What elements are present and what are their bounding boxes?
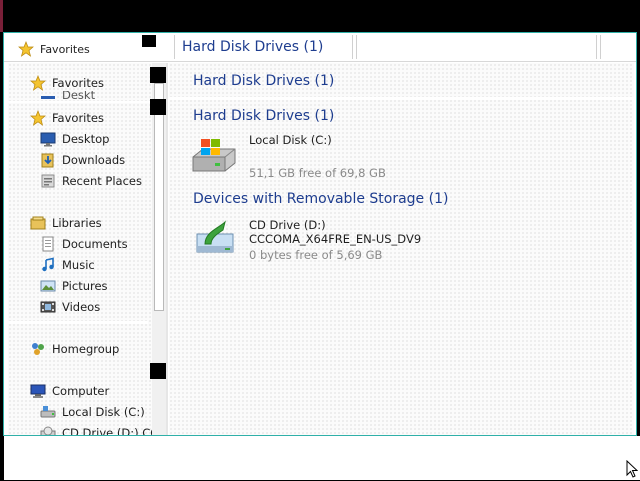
nav-libraries-label: Libraries bbox=[52, 216, 102, 230]
local-disk-free-space: 51,1 GB free of 69,8 GB bbox=[249, 166, 386, 180]
drive-local-disk[interactable]: Local Disk (C:) 51,1 GB free of 69,8 GB bbox=[189, 133, 386, 180]
navigation-pane[interactable]: Favorites Deskt Favorites Desktop Downlo… bbox=[8, 63, 156, 435]
mouse-cursor-icon bbox=[626, 459, 639, 481]
nav-pictures-label: Pictures bbox=[62, 279, 108, 293]
cd-drive-icon bbox=[195, 218, 235, 256]
local-disk-icon bbox=[40, 404, 56, 420]
nav-favorites-ghost[interactable]: Favorites bbox=[30, 75, 104, 91]
group-title-removable-storage[interactable]: Devices with Removable Storage (1) bbox=[193, 191, 448, 207]
content-pane[interactable]: Hard Disk Drives (1) Hard Disk Drives (1… bbox=[169, 63, 634, 435]
nav-videos[interactable]: Videos bbox=[40, 299, 100, 315]
nav-desktop-label: Desktop bbox=[62, 132, 110, 146]
explorer-window: Favorites Hard Disk Drives (1) Favorites… bbox=[3, 32, 637, 436]
nav-desktop-ghost-label: Deskt bbox=[62, 91, 96, 99]
homegroup-icon bbox=[30, 341, 46, 357]
pane-splitter[interactable] bbox=[166, 63, 168, 435]
nav-documents-label: Documents bbox=[62, 237, 128, 251]
desktop-strip bbox=[0, 436, 640, 480]
documents-icon bbox=[40, 236, 56, 252]
desktop-icon bbox=[40, 131, 56, 147]
nav-computer[interactable]: Computer bbox=[30, 383, 109, 399]
header-title: Hard Disk Drives (1) bbox=[182, 39, 324, 55]
videos-icon bbox=[40, 299, 56, 315]
row-divider bbox=[169, 97, 634, 100]
nav-desktop-ghost: Deskt bbox=[40, 91, 95, 99]
nav-favorites[interactable]: Favorites bbox=[30, 110, 104, 126]
star-icon bbox=[18, 41, 34, 57]
separator bbox=[596, 35, 597, 59]
header-favorites-label: Favorites bbox=[40, 42, 90, 56]
header-favorites[interactable]: Favorites bbox=[18, 41, 90, 57]
star-icon bbox=[30, 75, 46, 91]
glitch-block bbox=[142, 35, 156, 47]
row-divider bbox=[8, 321, 148, 324]
nav-cd-drive[interactable]: CD Drive (D:) CC bbox=[40, 425, 156, 435]
separator bbox=[174, 35, 175, 59]
recent-places-icon bbox=[40, 173, 56, 189]
nav-local-disk[interactable]: Local Disk (C:) bbox=[40, 404, 145, 420]
cd-drive-icon bbox=[40, 425, 56, 435]
nav-recent-places-label: Recent Places bbox=[62, 174, 142, 188]
desktop-icon bbox=[40, 91, 56, 99]
cd-drive-name: CD Drive (D:) bbox=[249, 218, 326, 232]
group-title-hard-disk-drives[interactable]: Hard Disk Drives (1) bbox=[193, 108, 334, 124]
drive-cd[interactable]: CD Drive (D:) CCCOMA_X64FRE_EN-US_DV9 0 … bbox=[195, 218, 421, 262]
star-icon bbox=[30, 110, 46, 126]
libraries-icon bbox=[30, 215, 46, 231]
nav-cd-drive-label: CD Drive (D:) CC bbox=[62, 426, 156, 435]
nav-favorites-label: Favorites bbox=[52, 111, 104, 125]
nav-computer-label: Computer bbox=[52, 384, 110, 398]
nav-documents[interactable]: Documents bbox=[40, 236, 128, 252]
nav-downloads-label: Downloads bbox=[62, 153, 126, 167]
left-pane-scrollbar[interactable] bbox=[152, 63, 166, 435]
title-bar-edge bbox=[0, 0, 3, 32]
nav-videos-label: Videos bbox=[62, 300, 101, 314]
nav-recent-places[interactable]: Recent Places bbox=[40, 173, 142, 189]
nav-downloads[interactable]: Downloads bbox=[40, 152, 125, 168]
hard-disk-icon bbox=[189, 133, 239, 173]
ghost-header: Favorites Hard Disk Drives (1) bbox=[4, 33, 636, 62]
nav-local-disk-label: Local Disk (C:) bbox=[62, 405, 145, 419]
nav-pictures[interactable]: Pictures bbox=[40, 278, 108, 294]
nav-homegroup[interactable]: Homegroup bbox=[30, 341, 119, 357]
title-bar[interactable] bbox=[0, 0, 640, 32]
separator bbox=[600, 35, 601, 59]
cd-drive-free-space: 0 bytes free of 5,69 GB bbox=[249, 248, 383, 262]
separator bbox=[352, 35, 353, 59]
nav-homegroup-label: Homegroup bbox=[52, 342, 120, 356]
group-title-ghost[interactable]: Hard Disk Drives (1) bbox=[193, 73, 334, 89]
downloads-icon bbox=[40, 152, 56, 168]
nav-favorites-ghost-label: Favorites bbox=[52, 76, 104, 90]
nav-music-label: Music bbox=[62, 258, 95, 272]
computer-icon bbox=[30, 383, 46, 399]
nav-libraries[interactable]: Libraries bbox=[30, 215, 102, 231]
row-divider bbox=[8, 101, 156, 103]
local-disk-name: Local Disk (C:) bbox=[249, 133, 332, 147]
music-icon bbox=[40, 257, 56, 273]
nav-desktop[interactable]: Desktop bbox=[40, 131, 109, 147]
desktop-edge bbox=[0, 436, 4, 480]
separator bbox=[356, 35, 357, 59]
scrollbar-thumb[interactable] bbox=[154, 83, 164, 311]
nav-music[interactable]: Music bbox=[40, 257, 95, 273]
pictures-icon bbox=[40, 278, 56, 294]
cd-drive-volume-label: CCCOMA_X64FRE_EN-US_DV9 bbox=[249, 232, 422, 246]
